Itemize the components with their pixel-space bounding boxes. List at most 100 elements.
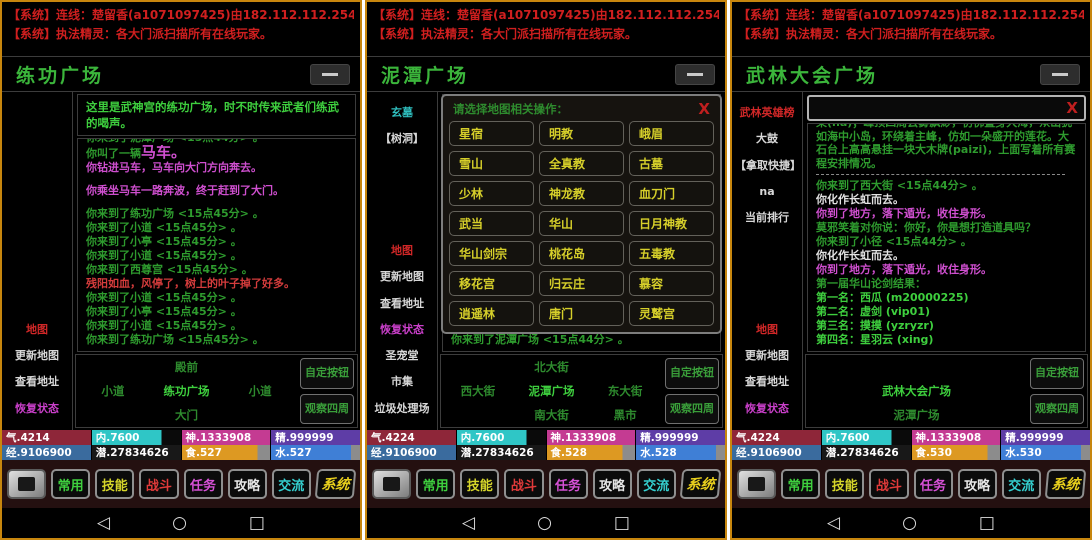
input-dialog[interactable]: X bbox=[807, 95, 1086, 121]
map-option-button[interactable]: 古墓 bbox=[629, 151, 714, 176]
look-around-button[interactable]: 观察四周 bbox=[1030, 394, 1084, 425]
system-button[interactable]: 系统 bbox=[1045, 469, 1087, 499]
custom-buttons-button[interactable]: 自定按钮 bbox=[1030, 358, 1084, 389]
minimize-button[interactable] bbox=[310, 64, 350, 85]
tasks-button[interactable]: 任务 bbox=[184, 469, 223, 499]
input-panel-button[interactable] bbox=[737, 469, 776, 499]
exit-link[interactable]: 泥潭广场 bbox=[880, 407, 954, 423]
map-option-button[interactable]: 逍遥林 bbox=[449, 301, 534, 326]
custom-buttons-button[interactable]: 自定按钮 bbox=[665, 358, 719, 389]
minimize-button[interactable] bbox=[1040, 64, 1080, 85]
map-option-button[interactable]: 五毒教 bbox=[629, 241, 714, 266]
sidebar-item[interactable]: na bbox=[759, 185, 774, 199]
look-around-button[interactable]: 观察四周 bbox=[665, 394, 719, 425]
map-option-button[interactable]: 星宿 bbox=[449, 121, 534, 146]
sidebar-item[interactable]: 查看地址 bbox=[15, 375, 59, 389]
back-icon[interactable]: ◁ bbox=[462, 515, 475, 532]
guide-button[interactable]: 攻略 bbox=[228, 469, 267, 499]
sidebar-item[interactable]: 玄墓 bbox=[391, 106, 413, 120]
chat-button[interactable]: 交流 bbox=[272, 469, 311, 499]
sidebar-item[interactable]: 恢复状态 bbox=[380, 323, 424, 337]
sidebar-item[interactable]: 市集 bbox=[391, 375, 413, 389]
map-option-button[interactable]: 峨眉 bbox=[629, 121, 714, 146]
map-option-button[interactable]: 武当 bbox=[449, 211, 534, 236]
sidebar-item[interactable]: 更新地图 bbox=[745, 349, 789, 363]
status-value: 1333908 bbox=[565, 432, 616, 444]
sidebar-item[interactable]: 地图 bbox=[26, 323, 48, 337]
combat-button[interactable]: 战斗 bbox=[869, 469, 908, 499]
sidebar-item[interactable]: 当前排行 bbox=[745, 211, 789, 225]
exit-link[interactable]: 东大街 bbox=[588, 383, 662, 399]
sidebar-item[interactable]: 查看地址 bbox=[380, 297, 424, 311]
custom-buttons-button[interactable]: 自定按钮 bbox=[300, 358, 354, 389]
sidebar-item[interactable]: 【树洞】 bbox=[380, 132, 424, 146]
sidebar-item[interactable]: 更新地图 bbox=[380, 270, 424, 284]
tasks-button[interactable]: 任务 bbox=[914, 469, 953, 499]
input-panel-button[interactable] bbox=[372, 469, 411, 499]
map-option-button[interactable]: 神龙教 bbox=[539, 181, 624, 206]
sidebar-item[interactable]: 垃圾处理场 bbox=[375, 402, 430, 416]
close-icon[interactable]: X bbox=[1066, 101, 1078, 116]
guide-button[interactable]: 攻略 bbox=[958, 469, 997, 499]
skills-button[interactable]: 技能 bbox=[95, 469, 134, 499]
exit-link[interactable]: 北大街 bbox=[515, 359, 589, 375]
skills-button[interactable]: 技能 bbox=[825, 469, 864, 499]
back-icon[interactable]: ◁ bbox=[827, 515, 840, 532]
exit-link[interactable]: 南大街 bbox=[515, 407, 589, 423]
exit-link[interactable]: 西大街 bbox=[441, 383, 515, 399]
map-option-button[interactable]: 桃花岛 bbox=[539, 241, 624, 266]
system-button[interactable]: 系统 bbox=[315, 469, 357, 499]
sidebar-item[interactable]: 武林英雄榜 bbox=[740, 106, 795, 120]
common-button[interactable]: 常用 bbox=[416, 469, 455, 499]
exit-link[interactable]: 小道 bbox=[223, 383, 297, 399]
exit-link[interactable]: 小道 bbox=[76, 383, 150, 399]
sidebar-item[interactable]: 恢复状态 bbox=[745, 402, 789, 416]
close-icon[interactable]: X bbox=[698, 102, 710, 117]
map-option-button[interactable]: 归云庄 bbox=[539, 271, 624, 296]
map-option-button[interactable]: 血刀门 bbox=[629, 181, 714, 206]
map-option-button[interactable]: 华山剑宗 bbox=[449, 241, 534, 266]
map-option-button[interactable]: 华山 bbox=[539, 211, 624, 236]
combat-button[interactable]: 战斗 bbox=[504, 469, 543, 499]
map-option-button[interactable]: 少林 bbox=[449, 181, 534, 206]
sidebar-item[interactable]: 【拿取快捷】 bbox=[735, 159, 799, 173]
recent-apps-icon[interactable]: □ bbox=[249, 515, 265, 532]
exit-link[interactable]: 大门 bbox=[150, 407, 224, 423]
look-around-button[interactable]: 观察四周 bbox=[300, 394, 354, 425]
sidebar-item[interactable]: 大鼓 bbox=[756, 132, 778, 146]
exit-link[interactable]: 殿前 bbox=[150, 359, 224, 375]
map-option-button[interactable]: 日月神教 bbox=[629, 211, 714, 236]
recent-apps-icon[interactable]: □ bbox=[614, 515, 630, 532]
exit-link[interactable]: 黑市 bbox=[588, 407, 662, 423]
recent-apps-icon[interactable]: □ bbox=[979, 515, 995, 532]
sidebar-item[interactable]: 更新地图 bbox=[15, 349, 59, 363]
common-button[interactable]: 常用 bbox=[781, 469, 820, 499]
map-option-button[interactable]: 明教 bbox=[539, 121, 624, 146]
skills-button[interactable]: 技能 bbox=[460, 469, 499, 499]
sidebar-item[interactable]: 恢复状态 bbox=[15, 402, 59, 416]
home-icon[interactable]: ○ bbox=[902, 515, 917, 532]
map-option-button[interactable]: 全真教 bbox=[539, 151, 624, 176]
sidebar-item[interactable]: 地图 bbox=[391, 244, 413, 258]
chat-button[interactable]: 交流 bbox=[637, 469, 676, 499]
sidebar-item[interactable]: 地图 bbox=[756, 323, 778, 337]
sidebar-item[interactable]: 查看地址 bbox=[745, 375, 789, 389]
guide-button[interactable]: 攻略 bbox=[593, 469, 632, 499]
status-value: 7600 bbox=[840, 432, 869, 444]
combat-button[interactable]: 战斗 bbox=[139, 469, 178, 499]
input-panel-button[interactable] bbox=[7, 469, 46, 499]
map-option-button[interactable]: 移花宫 bbox=[449, 271, 534, 296]
chat-button[interactable]: 交流 bbox=[1002, 469, 1041, 499]
map-option-button[interactable]: 雪山 bbox=[449, 151, 534, 176]
map-option-button[interactable]: 唐门 bbox=[539, 301, 624, 326]
tasks-button[interactable]: 任务 bbox=[549, 469, 588, 499]
system-button[interactable]: 系统 bbox=[680, 469, 722, 499]
map-option-button[interactable]: 慕容 bbox=[629, 271, 714, 296]
back-icon[interactable]: ◁ bbox=[97, 515, 110, 532]
home-icon[interactable]: ○ bbox=[172, 515, 187, 532]
common-button[interactable]: 常用 bbox=[51, 469, 90, 499]
minimize-button[interactable] bbox=[675, 64, 715, 85]
sidebar-item[interactable]: 圣宠堂 bbox=[386, 349, 419, 363]
home-icon[interactable]: ○ bbox=[537, 515, 552, 532]
map-option-button[interactable]: 灵鹫宫 bbox=[629, 301, 714, 326]
